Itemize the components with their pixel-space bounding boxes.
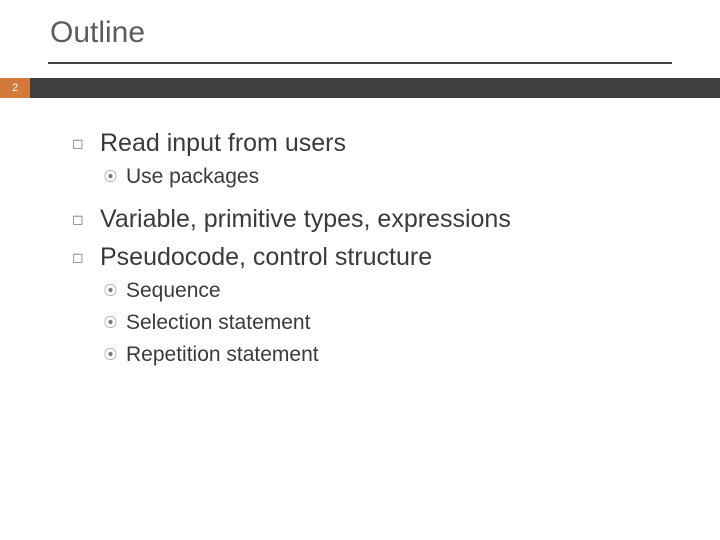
list-item: ⦿ Sequence: [104, 278, 660, 304]
square-bullet-icon: ◻: [72, 128, 100, 158]
title-area: Outline: [0, 0, 720, 58]
title-underline: [48, 62, 672, 64]
content-body: ◻ Read input from users ⦿ Use packages ◻…: [0, 98, 720, 368]
list-item-label: Selection statement: [126, 310, 310, 336]
list-item-label: Sequence: [126, 278, 221, 304]
list-item-label: Repetition statement: [126, 342, 319, 368]
slide: Outline 2 ◻ Read input from users ⦿ Use …: [0, 0, 720, 540]
list-item: ◻ Read input from users: [72, 128, 660, 158]
list-item: ⦿ Repetition statement: [104, 342, 660, 368]
dot-bullet-icon: ⦿: [104, 342, 126, 368]
list-item: ◻ Variable, primitive types, expressions: [72, 204, 660, 234]
square-bullet-icon: ◻: [72, 242, 100, 272]
slide-title: Outline: [50, 16, 720, 50]
page-strip: 2: [0, 78, 720, 98]
list-item-label: Pseudocode, control structure: [100, 242, 432, 272]
dot-bullet-icon: ⦿: [104, 278, 126, 304]
dot-bullet-icon: ⦿: [104, 164, 126, 190]
list-item-label: Use packages: [126, 164, 259, 190]
list-item-label: Variable, primitive types, expressions: [100, 204, 511, 234]
page-number-badge: 2: [0, 78, 30, 98]
list-item-label: Read input from users: [100, 128, 346, 158]
square-bullet-icon: ◻: [72, 204, 100, 234]
list-item: ⦿ Use packages: [104, 164, 660, 190]
dot-bullet-icon: ⦿: [104, 310, 126, 336]
list-item: ◻ Pseudocode, control structure: [72, 242, 660, 272]
list-item: ⦿ Selection statement: [104, 310, 660, 336]
